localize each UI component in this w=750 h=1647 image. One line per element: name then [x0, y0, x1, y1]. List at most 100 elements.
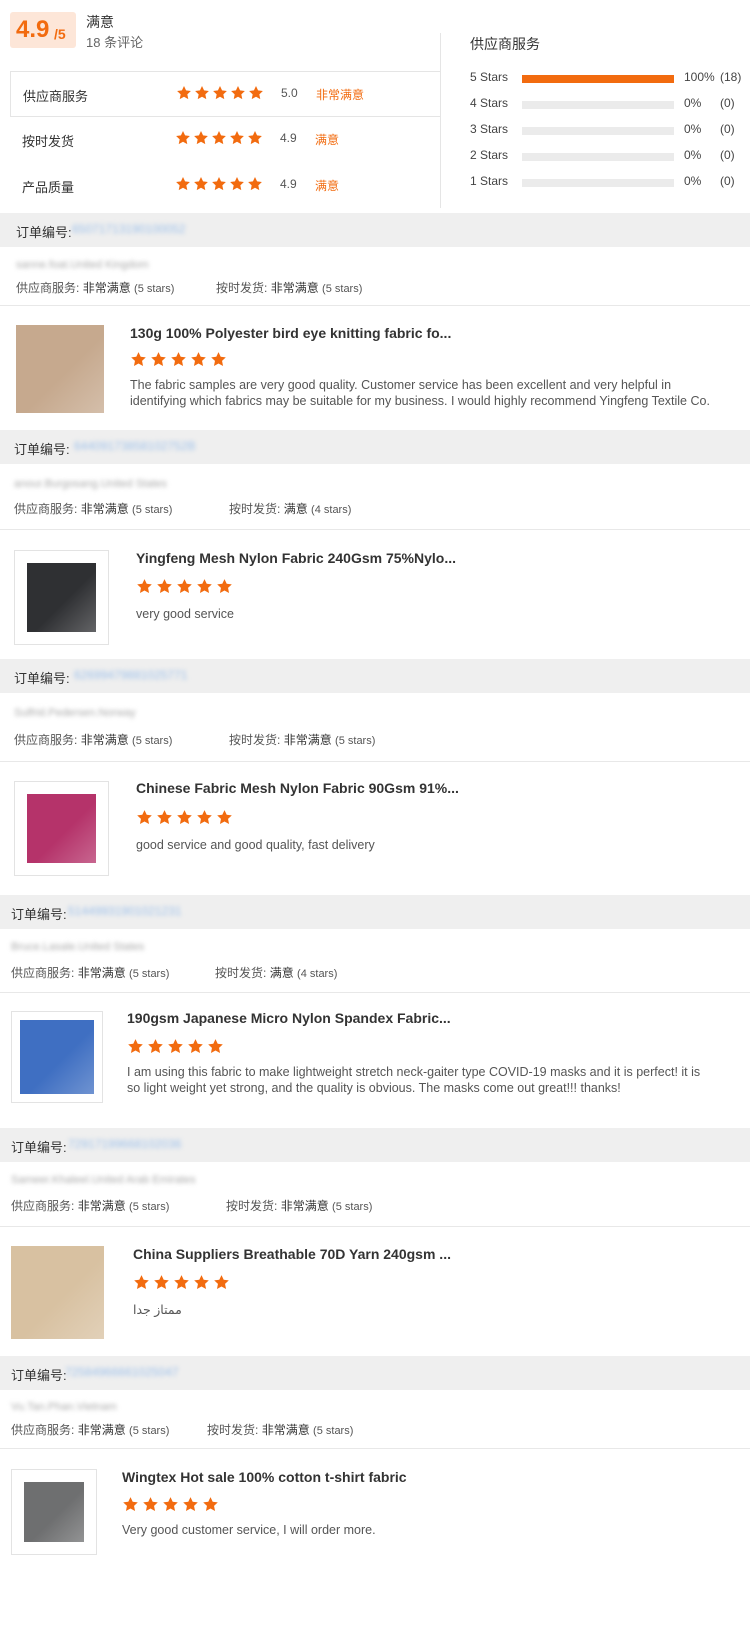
- supplier-service-label: 供应商服务:: [11, 1199, 75, 1213]
- order-number-label: 订单编号:: [14, 671, 70, 686]
- product-thumbnail[interactable]: [11, 1469, 97, 1555]
- product-thumbnail[interactable]: [14, 550, 109, 645]
- star-rating: [176, 85, 264, 101]
- distribution-label: 4 Stars: [470, 96, 509, 110]
- product-title-link[interactable]: 130g 100% Polyester bird eye knitting fa…: [130, 325, 451, 341]
- order-number-link[interactable]: 64409173858102752B: [74, 439, 195, 453]
- supplier-service-rating: 供应商服务: 非常满意 (5 stars): [14, 500, 172, 517]
- star-icon: [162, 1496, 179, 1513]
- order-number-bar: 订单编号: 65071713190100052: [0, 213, 750, 247]
- star-icon: [212, 85, 228, 101]
- distribution-bar: [522, 101, 674, 109]
- metric-row: 按时发货 4.9 满意: [10, 117, 440, 163]
- star-icon: [133, 1274, 150, 1291]
- star-icon: [175, 176, 191, 192]
- star-icon: [248, 85, 264, 101]
- on-time-shipping-rating: 按时发货: 非常满意 (5 stars): [229, 731, 375, 748]
- star-icon: [229, 176, 245, 192]
- supplier-service-stars: (5 stars): [129, 968, 170, 980]
- product-thumbnail[interactable]: [16, 325, 106, 415]
- star-icon: [182, 1496, 199, 1513]
- star-rating: [136, 809, 233, 826]
- metrics-list: 供应商服务 5.0 非常满意 按时发货 4.9 满意 产品质量 4.9 满意: [10, 71, 440, 209]
- distribution-row: 1 Stars 0% (0): [470, 174, 750, 200]
- shipping-label: 按时发货:: [216, 281, 268, 295]
- distribution-count: (0): [720, 96, 735, 110]
- product-title-link[interactable]: 190gsm Japanese Micro Nylon Spandex Fabr…: [127, 1010, 451, 1026]
- on-time-shipping-rating: 按时发货: 非常满意 (5 stars): [216, 279, 362, 296]
- review-item: 订单编号: 65071713190100052 sanne.foat.United …: [0, 213, 750, 435]
- star-icon: [136, 578, 153, 595]
- star-icon: [147, 1038, 164, 1055]
- star-rating: [175, 130, 263, 146]
- on-time-shipping-rating: 按时发货: 非常满意 (5 stars): [226, 1197, 372, 1214]
- product-title-link[interactable]: Yingfeng Mesh Nylon Fabric 240Gsm 75%Nyl…: [136, 550, 456, 566]
- divider: [440, 33, 441, 208]
- overall-score: 4.9: [16, 16, 50, 43]
- star-icon: [156, 809, 173, 826]
- star-distribution: 供应商服务 5 Stars 100% (18) 4 Stars 0% (0) 3 Stars…: [470, 34, 750, 200]
- distribution-label: 3 Stars: [470, 122, 509, 136]
- order-number-link[interactable]: 72584966661025047: [65, 1365, 178, 1379]
- overall-score-max: /5: [54, 26, 66, 42]
- metric-row: 产品质量 4.9 满意: [10, 163, 440, 209]
- star-icon: [210, 351, 227, 368]
- buyer-name: anour.Burgosang.United States: [14, 478, 167, 490]
- review-comment: very good service: [136, 607, 234, 621]
- distribution-percent: 0%: [684, 96, 702, 110]
- shipping-value: 非常满意: [261, 1423, 310, 1437]
- distribution-bar-fill: [522, 75, 674, 83]
- order-number-link[interactable]: 51449931901021231: [68, 904, 181, 918]
- distribution-bar: [522, 179, 674, 187]
- shipping-value: 非常满意: [283, 733, 332, 747]
- distribution-count: (18): [720, 70, 742, 84]
- distribution-row: 5 Stars 100% (18): [470, 70, 750, 96]
- product-title-link[interactable]: Wingtex Hot sale 100% cotton t-shirt fab…: [122, 1469, 407, 1485]
- buyer-name: Sulfrid.Pedersen.Norway: [14, 707, 136, 719]
- buyer-name: Bruce.Lasale.United States: [11, 941, 145, 953]
- supplier-service-stars: (5 stars): [129, 1201, 170, 1213]
- metric-score: 4.9: [280, 131, 297, 145]
- supplier-service-rating: 供应商服务: 非常满意 (5 stars): [14, 731, 172, 748]
- star-icon: [193, 1274, 210, 1291]
- shipping-stars: (5 stars): [332, 1201, 373, 1213]
- star-icon: [207, 1038, 224, 1055]
- shipping-value: 满意: [269, 966, 294, 980]
- buyer-name: Vu.Tan.Phan.Vietnam: [11, 1401, 117, 1413]
- star-icon: [176, 809, 193, 826]
- distribution-label: 5 Stars: [470, 70, 509, 84]
- metric-row: 供应商服务 5.0 非常满意: [10, 71, 440, 117]
- distribution-label: 2 Stars: [470, 148, 509, 162]
- satisfaction-label: 满意: [86, 14, 114, 30]
- order-number-link[interactable]: 62699479881025771: [74, 668, 187, 682]
- review-item: 订单编号: 62699479881025771 Sulfrid.Pedersen.N…: [0, 659, 750, 896]
- product-title-link[interactable]: Chinese Fabric Mesh Nylon Fabric 90Gsm 9…: [136, 780, 459, 796]
- shipping-stars: (5 stars): [313, 1425, 354, 1437]
- distribution-bar: [522, 153, 674, 161]
- on-time-shipping-rating: 按时发货: 满意 (4 stars): [215, 964, 337, 981]
- star-icon: [175, 130, 191, 146]
- distribution-bar: [522, 75, 674, 83]
- supplier-service-value: 非常满意: [77, 1199, 126, 1213]
- product-thumbnail[interactable]: [11, 1246, 106, 1341]
- order-number-link[interactable]: 65071713190100052: [72, 222, 185, 236]
- supplier-service-rating: 供应商服务: 非常满意 (5 stars): [11, 964, 169, 981]
- product-thumbnail[interactable]: [14, 781, 109, 876]
- star-rating: [130, 351, 227, 368]
- order-number-bar: 订单编号: 72584966661025047: [0, 1356, 750, 1390]
- supplier-service-label: 供应商服务:: [11, 966, 75, 980]
- order-number-link[interactable]: 72917199668102036: [68, 1137, 181, 1151]
- divider: [0, 992, 750, 993]
- order-number-bar: 订单编号: 51449931901021231: [0, 895, 750, 929]
- star-icon: [230, 85, 246, 101]
- product-thumbnail[interactable]: [11, 1011, 103, 1103]
- rating-summary: 4.9 /5 满意 18 条评论 供应商服务 5.0 非常满意 按时发货 4.9 满意 产品…: [0, 0, 750, 222]
- star-icon: [150, 351, 167, 368]
- shipping-value: 非常满意: [270, 281, 319, 295]
- metric-level: 非常满意: [316, 88, 365, 102]
- review-comment: The fabric samples are very good quality…: [130, 378, 710, 408]
- product-title-link[interactable]: China Suppliers Breathable 70D Yarn 240g…: [133, 1246, 451, 1262]
- order-number-bar: 订单编号: 62699479881025771: [0, 659, 750, 693]
- supplier-service-stars: (5 stars): [132, 735, 173, 747]
- star-icon: [153, 1274, 170, 1291]
